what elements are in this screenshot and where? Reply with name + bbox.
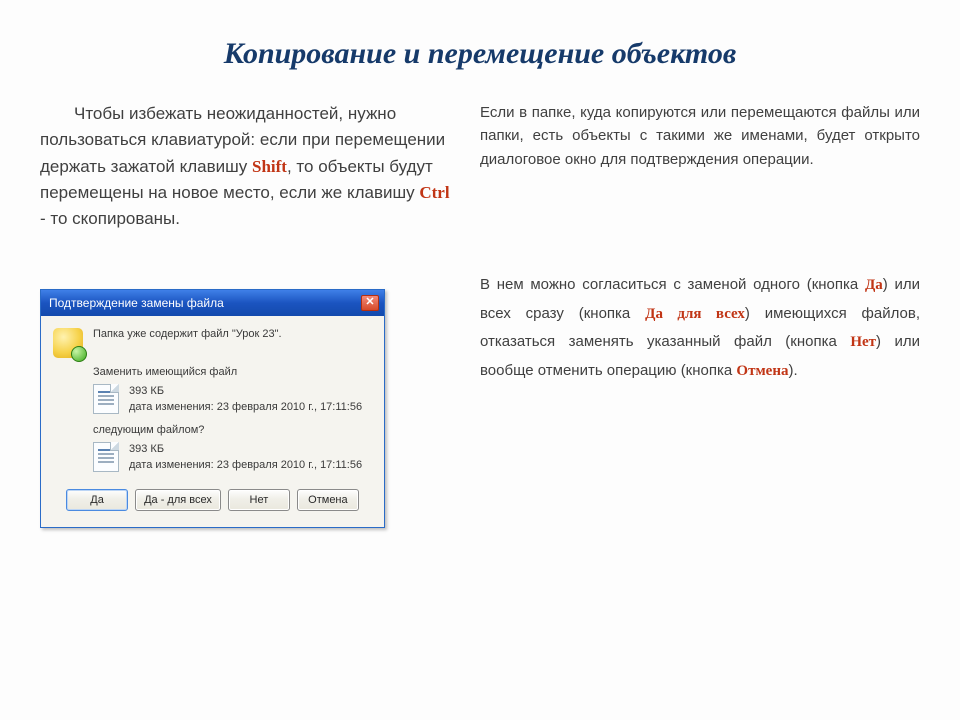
keyword-cancel: Отмена (736, 363, 788, 379)
close-icon[interactable]: ✕ (361, 295, 379, 311)
left-paragraph: Чтобы избежать неожиданностей, нужно пол… (40, 101, 450, 233)
file-size: 393 КБ (129, 442, 362, 458)
text: В нем можно согласиться с заменой одного… (480, 276, 865, 293)
right-paragraph-1: Если в папке, куда копируются или переме… (480, 101, 920, 171)
folder-copy-icon (53, 328, 83, 358)
keyword-shift: Shift (252, 157, 287, 176)
file-icon (93, 442, 119, 472)
file-date: дата изменения: 23 февраля 2010 г., 17:1… (129, 400, 362, 416)
keyword-ctrl: Ctrl (419, 183, 449, 202)
file-icon (93, 384, 119, 414)
yes-all-button[interactable]: Да - для всех (135, 489, 221, 511)
no-button[interactable]: Нет (228, 489, 290, 511)
dialog-title-text: Подтверждение замены файла (49, 296, 224, 310)
dialog-message: Папка уже содержит файл "Урок 23". (93, 328, 282, 340)
keyword-yes-all: Да для всех (645, 306, 745, 322)
text: Если в папке, куда копируются или переме… (480, 104, 920, 168)
right-paragraph-2: В нем можно согласиться с заменой одного… (480, 271, 920, 386)
dialog-question-2: следующим файлом? (93, 424, 372, 436)
keyword-yes: Да (865, 277, 883, 293)
confirm-replace-dialog: Подтверждение замены файла ✕ Папка уже с… (40, 289, 385, 529)
keyword-no: Нет (850, 334, 876, 350)
file-date: дата изменения: 23 февраля 2010 г., 17:1… (129, 458, 362, 474)
yes-button[interactable]: Да (66, 489, 128, 511)
cancel-button[interactable]: Отмена (297, 489, 359, 511)
text: - то скопированы. (40, 209, 180, 228)
dialog-question-1: Заменить имеющийся файл (93, 366, 372, 378)
text: ). (788, 362, 797, 379)
file-size: 393 КБ (129, 384, 362, 400)
dialog-titlebar[interactable]: Подтверждение замены файла ✕ (41, 290, 384, 316)
slide-title: Копирование и перемещение объектов (76, 34, 884, 73)
